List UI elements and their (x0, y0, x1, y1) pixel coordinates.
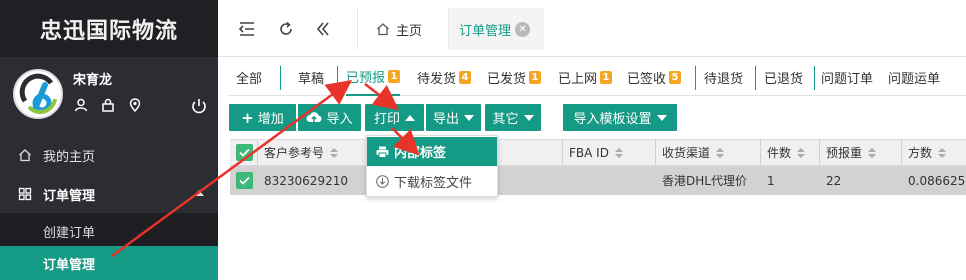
import-template-settings-button[interactable]: 导入模板设置 (563, 104, 677, 131)
home-icon (376, 22, 390, 36)
count-badge: 5 (669, 70, 682, 84)
download-icon (376, 175, 389, 188)
status-tab-online[interactable]: 已上网 1 (558, 58, 613, 96)
tab-divider (280, 66, 281, 90)
grid-icon (18, 187, 34, 201)
nav-create-label: 创建订单 (43, 225, 96, 241)
cell-fba (562, 166, 655, 195)
count-badge: 1 (529, 70, 542, 84)
cell-pieces: 1 (760, 166, 819, 195)
status-tab-all[interactable]: 全部 (236, 58, 262, 96)
user-icon[interactable] (73, 97, 89, 113)
cell-channel: 香港DHL代理价 (655, 166, 760, 195)
status-tab-draft[interactable]: 草稿 (298, 58, 324, 96)
tab-divider (755, 66, 756, 90)
column-header-pieces[interactable]: 件数 (760, 140, 819, 165)
other-button[interactable]: 其它 (485, 104, 541, 131)
tab-divider (814, 66, 815, 90)
brand-title: 忠迅国际物流 (0, 0, 218, 57)
sort-icon[interactable] (614, 147, 623, 158)
row-checkbox[interactable] (236, 172, 253, 189)
tab-order-management[interactable]: 订单管理 ✕ (449, 8, 544, 50)
nav-manage-label: 订单管理 (43, 257, 96, 273)
sort-icon[interactable] (938, 147, 947, 158)
nav-item-create-order[interactable]: 创建订单 (0, 215, 218, 247)
tab-divider (695, 66, 696, 90)
count-badge: 4 (459, 70, 472, 84)
nav-home-label: 我的主页 (43, 149, 96, 165)
topbar: 主页 订单管理 ✕ (218, 0, 966, 57)
sort-icon[interactable] (797, 147, 806, 158)
status-tabs: 全部 草稿 已预报 1 待发货 4 已发货 1 已上网 1 已签收 5 待退货 已退货 问… (228, 58, 966, 96)
count-badge: 1 (388, 69, 401, 83)
sort-icon[interactable] (716, 147, 725, 158)
tab-divider (337, 66, 338, 90)
cell-forecast-weight: 22 (819, 166, 901, 195)
print-dropdown-menu: 内部标签 下载标签文件 (366, 135, 498, 197)
username: 宋育龙 (73, 73, 113, 88)
sidebar: 忠迅国际物流 宋育龙 我的主页 订单管理 创建订单 订单管理 (0, 0, 218, 280)
user-profile: 宋育龙 (0, 57, 218, 127)
sort-icon[interactable] (330, 147, 339, 158)
print-button[interactable]: 打印 (365, 104, 424, 131)
cloud-upload-icon (306, 111, 322, 124)
status-tab-problem-waybill[interactable]: 问题运单 (888, 58, 940, 96)
location-icon[interactable] (127, 97, 143, 113)
nav-item-home[interactable]: 我的主页 (0, 136, 218, 174)
caret-down-icon (464, 114, 474, 121)
status-tab-signed[interactable]: 已签收 5 (627, 58, 682, 96)
nav-order-label: 订单管理 (43, 188, 96, 204)
menu-item-download-label-file[interactable]: 下载标签文件 (367, 167, 497, 196)
caret-down-icon (523, 114, 534, 121)
import-button[interactable]: 导入 (298, 104, 361, 131)
select-all-checkbox[interactable] (236, 144, 253, 161)
status-tab-forecasted[interactable]: 已预报 1 (346, 58, 401, 96)
caret-up-icon (405, 114, 415, 121)
avatar[interactable] (13, 69, 63, 119)
tab-home-label: 主页 (396, 23, 423, 39)
lock-icon[interactable] (100, 97, 116, 113)
table-header: 客户参考号 FBA ID 收货渠道 件数 预报重 方数 (230, 139, 966, 166)
status-tab-problem-order[interactable]: 问题订单 (821, 58, 873, 96)
close-icon[interactable]: ✕ (515, 21, 531, 37)
cell-cubic: 0.086625 (901, 166, 966, 195)
power-icon[interactable] (190, 97, 208, 115)
export-button[interactable]: 导出 (426, 104, 481, 131)
column-header-cubic[interactable]: 方数 (901, 140, 966, 165)
count-badge: 1 (600, 70, 613, 84)
menu-fold-icon[interactable] (237, 19, 257, 39)
menu-item-inner-label[interactable]: 内部标签 (367, 137, 497, 166)
status-tab-pending-ship[interactable]: 待发货 4 (417, 58, 472, 96)
sort-icon[interactable] (868, 147, 877, 158)
caret-down-icon (656, 114, 667, 121)
tab-order-label: 订单管理 (459, 23, 512, 39)
status-tab-returned[interactable]: 已退货 (764, 58, 803, 96)
printer-icon (376, 146, 389, 158)
double-chevron-left-icon[interactable] (313, 19, 333, 39)
refresh-icon[interactable] (276, 19, 296, 39)
nav-item-order-manage[interactable]: 订单管理 (0, 246, 218, 280)
add-button[interactable]: + 增加 (229, 104, 296, 131)
home-icon (18, 148, 34, 162)
nav-item-order-management[interactable]: 订单管理 (0, 175, 218, 213)
plus-icon: + (241, 108, 254, 127)
column-header-fba[interactable]: FBA ID (562, 140, 655, 165)
status-tab-pending-return[interactable]: 待退货 (704, 58, 743, 96)
caret-up-icon (194, 190, 204, 196)
table-row[interactable]: 83230629210 香港DHL代理价 1 22 0.086625 (230, 166, 966, 195)
column-header-forecast-weight[interactable]: 预报重 (819, 140, 901, 165)
status-tab-shipped[interactable]: 已发货 1 (487, 58, 542, 96)
tab-home[interactable]: 主页 (357, 8, 449, 50)
column-header-channel[interactable]: 收货渠道 (655, 140, 760, 165)
